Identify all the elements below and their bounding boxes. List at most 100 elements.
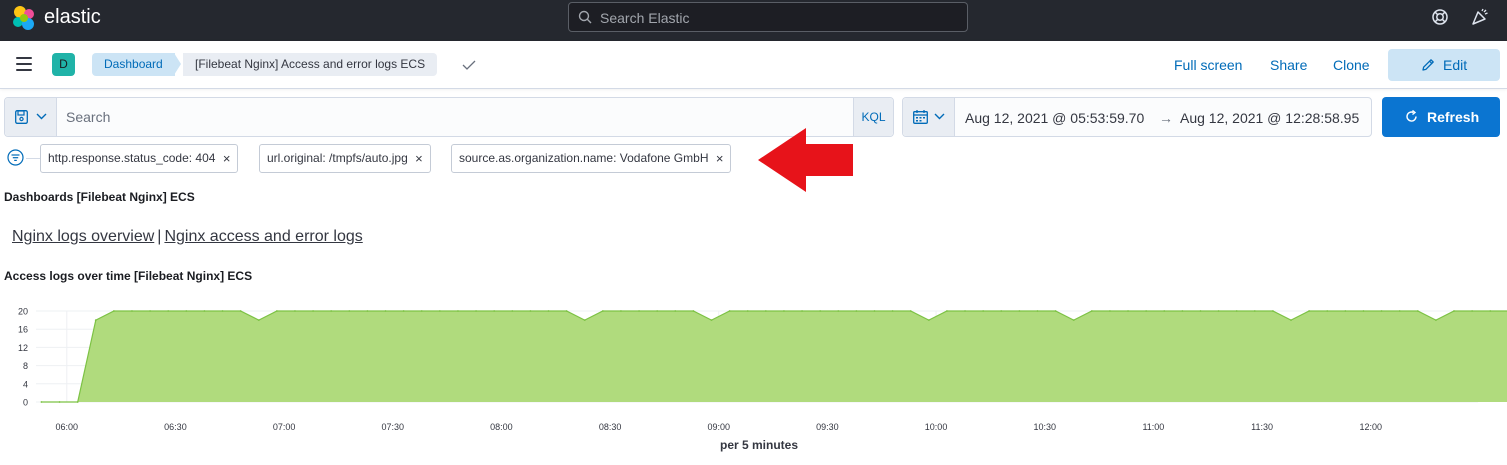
data-point [1362,310,1365,312]
y-tick-label: 20 [18,307,28,317]
data-point [674,310,677,312]
y-tick-label: 16 [18,325,28,335]
share-button[interactable]: Share [1270,57,1307,73]
data-point [837,310,840,312]
x-tick-label: 11:00 [1142,422,1164,432]
remove-filter-icon[interactable]: × [415,145,423,172]
menu-icon[interactable] [16,57,32,71]
data-point [1380,310,1383,312]
end-date-button[interactable]: Aug 12, 2021 @ 12:28:58.95 [1180,110,1359,126]
data-point [1471,310,1474,312]
data-point [402,310,405,312]
query-input[interactable] [57,98,853,136]
check-icon [462,60,476,70]
brand-name[interactable]: elastic [44,6,101,29]
data-point [710,319,713,321]
data-point [1398,310,1401,312]
data-point [167,310,170,312]
x-tick-label: 07:30 [382,422,405,432]
link-nginx-access-error-logs[interactable]: Nginx access and error logs [164,228,362,245]
data-point [547,310,550,312]
filter-pill[interactable]: source.as.organization.name: Vodafone Gm… [451,144,732,173]
data-point [982,310,985,312]
links-panel-title: Dashboards [Filebeat Nginx] ECS [4,190,195,204]
full-screen-button[interactable]: Full screen [1174,57,1242,73]
dashboard-links: Nginx logs overview | Nginx access and err… [12,228,363,246]
y-tick-label: 0 [23,398,28,408]
data-point [1435,319,1437,321]
data-point [76,401,79,403]
data-point [438,310,441,312]
data-point [366,310,369,312]
edit-button[interactable]: Edit [1388,49,1500,81]
data-point [873,310,876,312]
remove-filter-icon[interactable]: × [716,145,724,172]
data-point [1217,310,1220,312]
x-tick-label: 08:00 [490,422,513,432]
saved-query-button[interactable] [5,98,57,136]
data-point [601,310,604,312]
start-date-button[interactable]: Aug 12, 2021 @ 05:53:59.70 [965,110,1144,126]
data-point [457,310,459,312]
data-point [1416,310,1419,312]
search-icon [578,10,592,24]
save-icon [15,110,28,124]
data-point [312,310,314,312]
data-point [40,401,43,403]
remove-filter-icon[interactable]: × [223,145,231,172]
data-point [891,310,894,312]
space-avatar[interactable]: D [52,53,75,76]
data-point [1127,310,1129,312]
data-point [1018,310,1021,312]
data-point [58,401,61,403]
filter-divider [26,158,40,159]
x-tick-label: 10:00 [925,422,948,432]
data-point [330,310,333,312]
data-point [348,310,351,312]
data-point [946,310,948,312]
data-point [203,310,206,312]
global-search-placeholder: Search Elastic [600,10,690,26]
query-language-button[interactable]: KQL [853,98,893,136]
data-point [149,310,151,312]
filter-pill-label: http.response.status_code: 404 [48,151,216,165]
access-logs-area-chart[interactable]: 0 4 8 12 16 20 06:00 06:30 07:00 07:30 08:00 08:30 0… [0,295,1507,435]
refresh-button[interactable]: Refresh [1382,97,1500,137]
x-tick-label: 09:30 [816,422,839,432]
data-point [112,310,115,312]
data-point [1181,310,1184,312]
global-header: elastic Search Elastic [0,0,1507,41]
data-point [656,310,659,312]
data-point [1326,310,1329,312]
y-tick-label: 12 [18,343,28,353]
breadcrumb-current: [Filebeat Nginx] Access and error logs E… [183,53,438,76]
x-tick-label: 07:00 [273,422,296,432]
clone-button[interactable]: Clone [1333,57,1370,73]
breadcrumb-dashboard[interactable]: Dashboard [92,53,175,76]
data-point [1145,310,1148,312]
y-tick-label: 4 [23,379,28,389]
date-range-arrow: → [1159,110,1173,126]
data-point [1308,310,1311,312]
data-point [493,310,496,312]
x-tick-label: 11:30 [1251,422,1273,432]
filter-menu-icon[interactable] [7,149,24,166]
filter-pill[interactable]: url.original: /tmpfs/auto.jpg × [259,144,431,173]
quick-date-menu-button[interactable] [903,98,955,136]
global-search-input[interactable]: Search Elastic [568,2,968,32]
data-point [746,310,749,312]
data-point [1163,310,1166,312]
y-tick-label: 8 [23,361,28,371]
newsfeed-icon[interactable] [1471,8,1489,26]
link-separator: | [157,228,162,245]
edit-button-label: Edit [1443,57,1468,73]
elastic-logo-icon[interactable] [11,5,37,31]
link-nginx-logs-overview[interactable]: Nginx logs overview [12,228,154,245]
data-point [638,310,640,312]
chart-panel-title: Access logs over time [Filebeat Nginx] E… [4,269,253,283]
refresh-button-label: Refresh [1427,109,1480,125]
data-point [384,310,387,312]
filter-pill[interactable]: http.response.status_code: 404 × [40,144,239,173]
data-point [819,310,822,312]
help-icon[interactable] [1431,8,1449,26]
